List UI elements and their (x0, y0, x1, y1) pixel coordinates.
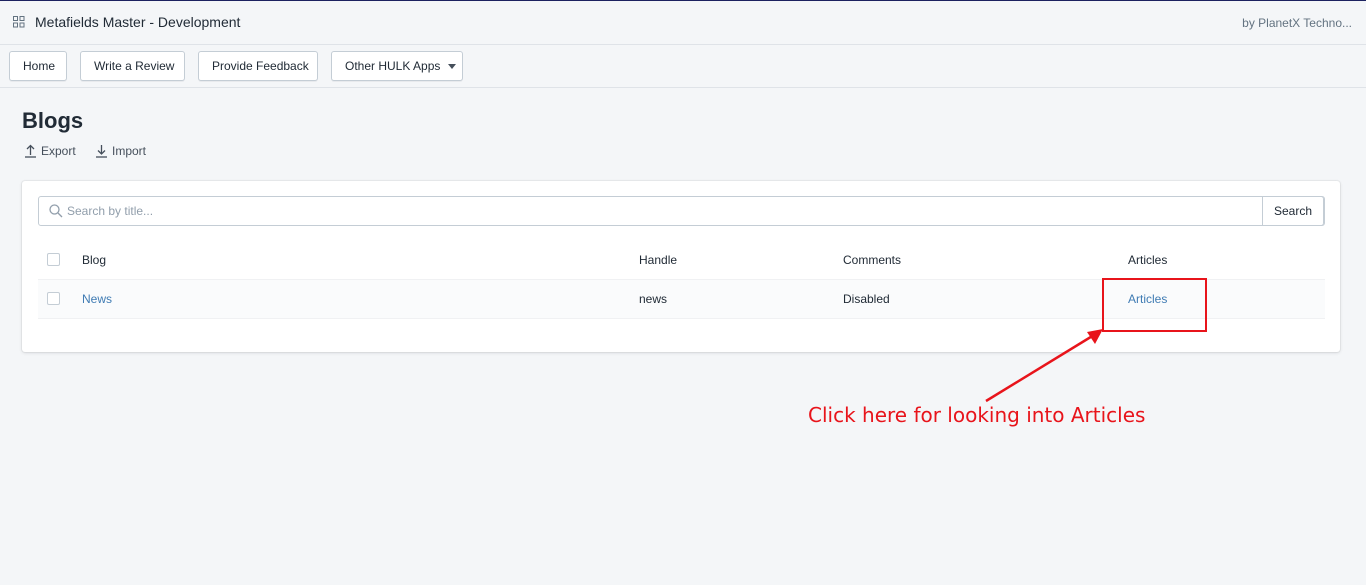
page-title: Blogs (22, 108, 84, 133)
app-grid-icon (13, 16, 25, 28)
search-icon (49, 204, 63, 218)
header-articles: Articles (1128, 253, 1168, 267)
import-label: Import (112, 144, 147, 158)
export-label: Export (41, 144, 76, 158)
search-bar: Search (38, 196, 1325, 226)
blogs-table: Blog Handle Comments Articles News news … (38, 241, 1325, 319)
write-review-button[interactable]: Write a Review (80, 51, 185, 81)
provide-feedback-button[interactable]: Provide Feedback (198, 51, 318, 81)
export-icon (25, 144, 36, 158)
blogs-card: Search Blog Handle Comments Articles New… (22, 181, 1340, 352)
annotation-text: Click here for looking into Articles (808, 403, 1146, 427)
import-icon (96, 145, 107, 158)
table-header-row: Blog Handle Comments Articles (38, 241, 1325, 280)
home-button[interactable]: Home (9, 51, 67, 81)
comments-cell: Disabled (843, 292, 890, 306)
blog-link[interactable]: News (82, 280, 112, 319)
other-apps-dropdown[interactable]: Other HULK Apps (331, 51, 463, 81)
header-handle[interactable]: Handle (639, 241, 677, 280)
articles-link[interactable]: Articles (1128, 280, 1167, 319)
other-apps-label: Other HULK Apps (345, 59, 441, 73)
search-input[interactable] (67, 197, 1257, 225)
header-blog[interactable]: Blog (82, 241, 106, 280)
select-all-checkbox[interactable] (47, 253, 60, 266)
table-row: News news Disabled Articles (38, 280, 1325, 319)
app-navbar: Home Write a Review Provide Feedback Oth… (0, 45, 1366, 88)
import-action[interactable]: Import (95, 144, 146, 158)
caret-down-icon (448, 64, 457, 70)
search-button[interactable]: Search (1262, 196, 1324, 226)
header-comments[interactable]: Comments (843, 241, 901, 280)
app-title: Metafields Master - Development (35, 14, 241, 30)
row-checkbox[interactable] (47, 292, 60, 305)
handle-cell: news (639, 292, 668, 306)
export-action[interactable]: Export (24, 144, 76, 158)
app-titlebar: Metafields Master - Development by Plane… (0, 1, 1366, 45)
developer-byline[interactable]: by PlanetX Techno... (1242, 16, 1352, 30)
